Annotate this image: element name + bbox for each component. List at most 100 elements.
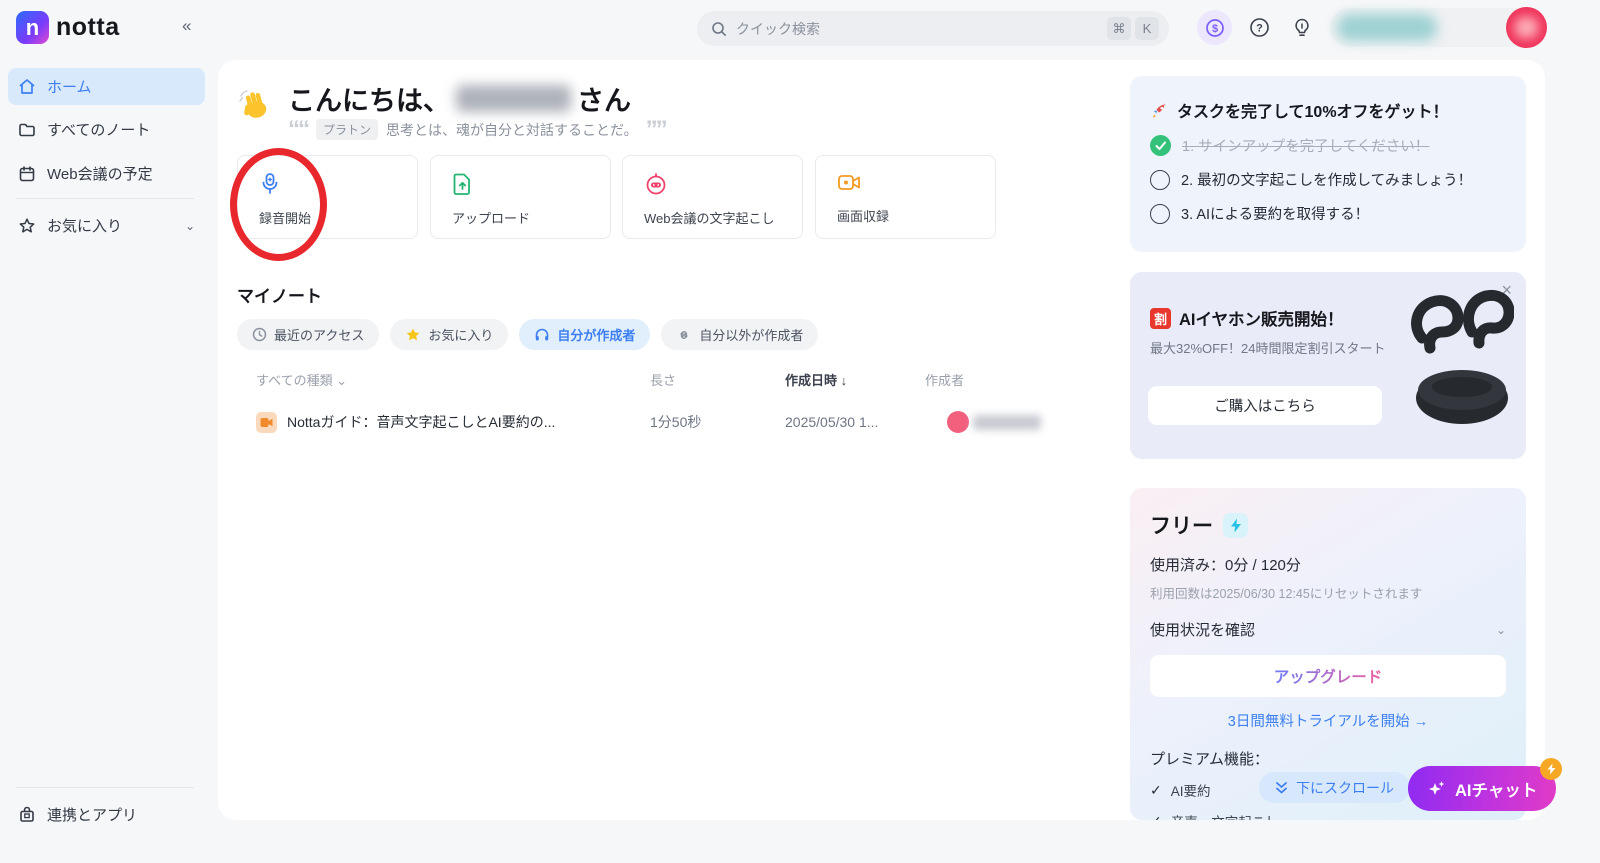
action-label: Web会議の文字起こし [644,208,802,227]
sidebar-item-integrations[interactable]: 連携とアプリ [8,796,205,833]
creator-name-redacted [973,415,1041,430]
filter-created-by-others[interactable]: 自分以外が作成者 [661,319,818,350]
quote-open-icon: ““ [288,123,308,137]
quote-author-badge: プラトン [316,119,378,140]
bolt-badge-icon [1540,758,1562,780]
microphone-icon [259,172,417,196]
sidebar-item-meeting-schedule[interactable]: Web会議の予定 [8,155,205,192]
upgrade-button[interactable]: アップグレード [1150,655,1506,697]
sidebar-item-label: 連携とアプリ [47,804,137,825]
sparkles-icon [1427,779,1447,799]
sidebar-item-label: お気に入り [47,215,122,236]
greeting-name-redacted [456,85,571,112]
sidebar-item-all-notes[interactable]: すべてのノート [8,111,205,148]
tasks-title: タスクを完了して10%オフをゲット！ [1150,98,1506,122]
usage-detail-toggle[interactable]: 使用状況を確認 ⌄ [1150,619,1506,640]
star-yellow-icon [405,327,421,343]
column-header-created[interactable]: 作成日時 ↓ [785,370,847,389]
earphone-promo-card: × 割 AIイヤホン販売開始！ 最大32%OFF！24時間限定割引スタート ご購… [1130,272,1526,459]
note-row[interactable]: Nottaガイド：音声文字起こしとAI要約の... 1分50秒 2025/05/… [237,402,1197,442]
user-name-redacted [1337,14,1437,41]
search-input[interactable] [736,21,1103,37]
free-trial-link[interactable]: 3日間無料トライアルを開始 → [1150,710,1506,731]
task-item-3[interactable]: 3. AIによる要約を取得する！ [1150,203,1506,224]
waving-hand-icon [236,86,274,124]
empty-circle-icon [1150,204,1170,224]
apps-bag-icon [18,806,36,824]
filter-created-by-me[interactable]: 自分が作成者 [519,319,650,350]
user-account-menu[interactable] [1330,8,1546,47]
page-title: こんにちは、さん [288,79,631,118]
search-icon [711,21,727,37]
filter-label: 最近のアクセス [274,325,364,344]
dollar-coin-icon: $ [1205,18,1225,38]
sidebar: ホーム すべてのノート Web会議の予定 お気に入り ⌄ 連携とアプリ [0,56,218,863]
upload-card[interactable]: アップロード [430,155,611,239]
cmd-key: ⌘ [1107,17,1131,40]
filter-label: 自分が作成者 [557,325,635,344]
type-filter-dropdown[interactable]: すべての種類 ⌄ [256,370,347,389]
purchase-button[interactable]: ご購入はこちら [1148,386,1382,425]
note-length: 1分50秒 [650,412,701,432]
start-recording-card[interactable]: 録音開始 [237,155,418,239]
task-item-1: 1. サインアップを完了してください！ [1150,135,1506,156]
help-button[interactable]: ? [1248,16,1270,38]
double-chevron-down-icon [1275,781,1288,795]
note-title[interactable]: Nottaガイド：音声文字起こしとAI要約の... [287,412,555,432]
sidebar-collapse-button[interactable]: « [182,16,191,36]
column-header-creator[interactable]: 作成者 [925,370,964,389]
sidebar-item-label: ホーム [47,76,92,97]
notta-logo-icon: n [16,11,49,44]
note-created: 2025/05/30 1... [785,414,878,430]
k-key: K [1135,17,1159,40]
column-header-length[interactable]: 長さ [650,370,676,389]
sidebar-divider [16,198,194,199]
sidebar-item-label: Web会議の予定 [47,163,153,184]
task-item-2[interactable]: 2. 最初の文字起こしを作成してみましょう！ [1150,169,1506,190]
quote-text: 思考とは、魂が自分と対話することだ。 [386,120,638,140]
task-label: 3. AIによる要約を取得する！ [1181,203,1369,224]
svg-text:$: $ [1211,23,1217,35]
filter-label: 自分以外が作成者 [699,325,803,344]
question-icon: ? [1249,17,1270,38]
main-panel: こんにちは、さん ““ プラトン 思考とは、魂が自分と対話することだ。 ”” 録… [218,60,1545,820]
filter-favorites[interactable]: お気に入り [390,319,508,350]
plan-name-row: フリー [1150,510,1506,540]
home-icon [18,78,36,96]
note-filters: 最近のアクセス お気に入り 自分が作成者 自分以外が作成者 [237,319,818,350]
check-icon: ✓ [1150,782,1162,799]
meeting-transcription-card[interactable]: Web会議の文字起こし [622,155,803,239]
filter-recent-access[interactable]: 最近のアクセス [237,319,379,350]
bolt-icon [1223,513,1248,538]
empty-circle-icon [1150,170,1170,190]
chevron-down-icon: ⌄ [185,219,195,233]
recording-thumb-icon [256,412,277,433]
quick-search[interactable]: ⌘ K [697,11,1169,46]
file-upload-icon [452,172,610,196]
check-circle-icon [1150,135,1171,156]
section-title-mynotes: マイノート [237,282,322,307]
scroll-down-button[interactable]: 下にスクロール [1259,772,1410,803]
quote-close-icon: ”” [646,123,666,137]
ai-chat-button[interactable]: AIチャット [1408,766,1556,811]
sort-desc-icon: ↓ [841,373,848,388]
clock-icon [252,327,267,342]
whats-new-button[interactable] [1291,16,1313,38]
plan-name: フリー [1150,510,1213,540]
sidebar-item-favorites[interactable]: お気に入り ⌄ [8,207,205,244]
creator-avatar [947,411,969,433]
sidebar-item-home[interactable]: ホーム [8,68,205,105]
sidebar-divider [16,787,194,788]
action-label: アップロード [452,208,610,227]
earn-rewards-button[interactable]: $ [1197,10,1232,45]
chevron-down-icon: ⌄ [336,373,347,388]
action-label: 画面収録 [837,206,995,225]
calendar-icon [18,165,36,183]
lightbulb-icon [1292,17,1312,38]
plan-usage: 使用済み：0分 / 120分 [1150,554,1506,575]
folder-icon [18,121,36,139]
avatar[interactable] [1506,7,1547,48]
link-icon [676,327,692,343]
rocket-icon [1150,101,1169,120]
screen-record-card[interactable]: 画面収録 [815,155,996,239]
